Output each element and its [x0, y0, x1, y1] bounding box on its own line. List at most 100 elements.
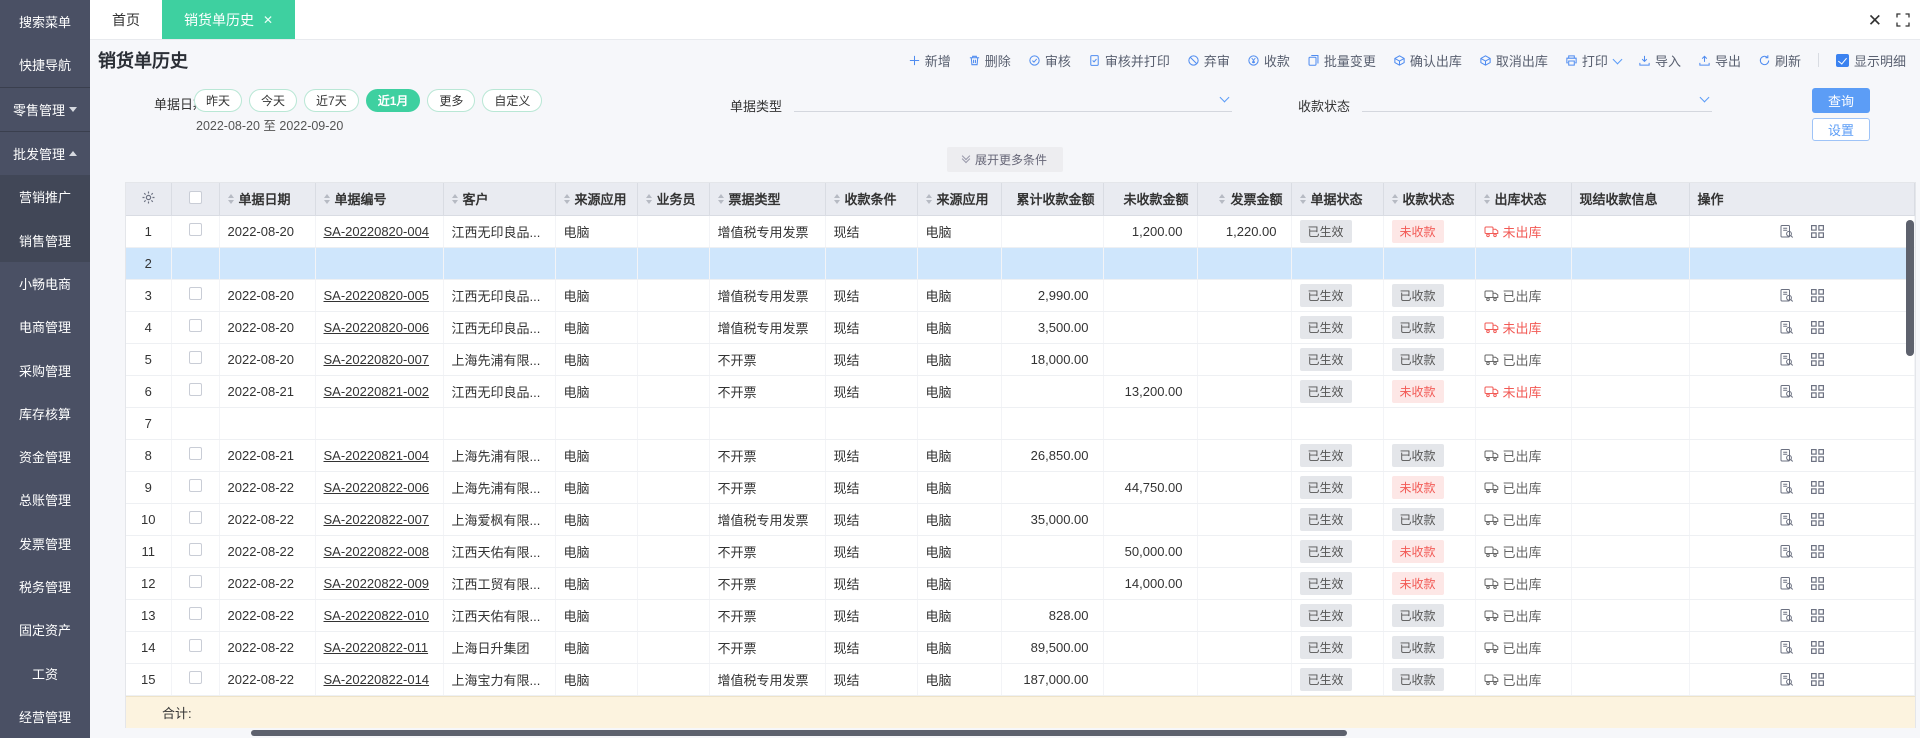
column-header-salesperson[interactable]: 业务员 [637, 183, 710, 216]
linked-query-icon[interactable] [1779, 224, 1794, 239]
more-actions-icon[interactable] [1810, 512, 1825, 527]
table-row[interactable]: 3 2022-08-20 SA-20220820-005 江西无印良品... 电脑 增值税… [126, 279, 1915, 312]
sidebar-item-xiaochang-ecommerce[interactable]: 小畅电商 [0, 262, 90, 305]
table-row[interactable]: 9 2022-08-22 SA-20220822-006 上海先浦有限... 电脑 不开票… [126, 471, 1915, 504]
column-header-source_app2[interactable]: 来源应用 [917, 183, 1002, 216]
more-actions-icon[interactable] [1810, 640, 1825, 655]
doc-no-link[interactable]: SA-20220822-011 [324, 640, 429, 655]
column-settings-header[interactable] [126, 183, 172, 216]
date-pill-today[interactable]: 今天 [249, 89, 298, 112]
doc-no-link[interactable]: SA-20220822-010 [324, 608, 430, 623]
linked-query-icon[interactable] [1779, 448, 1794, 463]
table-row[interactable]: 5 2022-08-20 SA-20220820-007 上海先浦有限... 电脑 不开票… [126, 343, 1915, 376]
more-actions-icon[interactable] [1810, 224, 1825, 239]
more-actions-icon[interactable] [1810, 480, 1825, 495]
row-checkbox[interactable] [188, 543, 202, 556]
date-pill-custom[interactable]: 自定义 [482, 89, 543, 112]
row-checkbox[interactable] [188, 319, 202, 332]
sidebar-item-tax-mgmt[interactable]: 税务管理 [0, 565, 90, 608]
linked-query-icon[interactable] [1779, 544, 1794, 559]
row-checkbox[interactable] [188, 479, 202, 492]
linked-query-icon[interactable] [1779, 384, 1794, 399]
table-row[interactable]: 4 2022-08-20 SA-20220820-006 江西无印良品... 电脑 增值税… [126, 311, 1915, 344]
table-row[interactable]: 8 2022-08-21 SA-20220821-004 上海先浦有限... 电脑 不开票… [126, 439, 1915, 472]
doc-no-link[interactable]: SA-20220820-007 [324, 352, 430, 367]
sidebar-item-ecommerce-mgmt[interactable]: 电商管理 [0, 305, 90, 348]
sidebar-item-inventory-accounting[interactable]: 库存核算 [0, 392, 90, 435]
column-header-receipt_status[interactable]: 收款状态 [1383, 183, 1476, 216]
row-checkbox[interactable] [188, 639, 202, 652]
column-header-check[interactable] [171, 183, 220, 216]
column-header-customer[interactable]: 客户 [443, 183, 556, 216]
column-header-invoice_type[interactable]: 票据类型 [709, 183, 826, 216]
linked-query-icon[interactable] [1779, 672, 1794, 687]
table-row[interactable]: 12 2022-08-22 SA-20220822-009 江西工贸有限... 电脑 不开… [126, 567, 1915, 600]
table-row[interactable]: 2 [126, 247, 1915, 280]
linked-query-icon[interactable] [1779, 512, 1794, 527]
table-row[interactable]: 13 2022-08-22 SA-20220822-010 江西天佑有限... 电脑 不开… [126, 599, 1915, 632]
doc-no-link[interactable]: SA-20220820-004 [324, 224, 430, 239]
table-row[interactable]: 1 2022-08-20 SA-20220820-004 江西无印良品... 电脑 增值税… [126, 215, 1915, 248]
linked-query-icon[interactable] [1779, 480, 1794, 495]
sidebar-item-quick-nav[interactable]: 快捷导航 [0, 43, 90, 86]
row-checkbox[interactable] [188, 671, 202, 684]
date-pill-last-1-month[interactable]: 近1月 [365, 89, 421, 112]
sidebar-item-search-menu[interactable]: 搜索菜单 [0, 0, 90, 43]
linked-query-icon[interactable] [1779, 352, 1794, 367]
sidebar-item-invoice-mgmt[interactable]: 发票管理 [0, 522, 90, 565]
table-row[interactable]: 15 2022-08-22 SA-20220822-014 上海宝力有限... 电脑 增值… [126, 663, 1915, 696]
import-button[interactable]: 导入 [1638, 51, 1681, 70]
receive-payment-button[interactable]: 收款 [1247, 51, 1290, 70]
linked-query-icon[interactable] [1779, 288, 1794, 303]
row-checkbox[interactable] [188, 223, 202, 236]
query-button[interactable]: 查询 [1812, 88, 1870, 113]
doc-no-link[interactable]: SA-20220822-007 [324, 512, 430, 527]
sidebar-item-funds-mgmt[interactable]: 资金管理 [0, 435, 90, 478]
close-tab-icon[interactable]: ✕ [263, 13, 273, 27]
sidebar-item-purchase-mgmt[interactable]: 采购管理 [0, 348, 90, 391]
expand-more-conditions-button[interactable]: 展开更多条件 [946, 146, 1063, 172]
audit-print-button[interactable]: 审核并打印 [1088, 51, 1170, 70]
row-checkbox[interactable] [188, 447, 202, 460]
show-detail-checkbox[interactable]: 显示明细 [1835, 51, 1906, 70]
more-actions-icon[interactable] [1810, 672, 1825, 687]
column-header-doc_status[interactable]: 单据状态 [1291, 183, 1384, 216]
doc-no-link[interactable]: SA-20220820-006 [324, 320, 430, 335]
date-pill-last-7-days[interactable]: 近7天 [304, 89, 359, 112]
date-pill-yesterday[interactable]: 昨天 [194, 89, 243, 112]
sidebar-item-general-ledger[interactable]: 总账管理 [0, 478, 90, 521]
print-button[interactable]: 打印 [1565, 51, 1623, 70]
tab-sales-order-history[interactable]: 销货单历史 ✕ [162, 0, 296, 39]
refresh-button[interactable]: 刷新 [1758, 51, 1801, 70]
audit-button[interactable]: 审核 [1028, 51, 1071, 70]
doc-no-link[interactable]: SA-20220822-006 [324, 480, 430, 495]
sidebar-item-operations-mgmt[interactable]: 经营管理 [0, 695, 90, 738]
table-row[interactable]: 10 2022-08-22 SA-20220822-007 上海爱枫有限... 电脑 增值… [126, 503, 1915, 536]
column-header-invoice_amount[interactable]: 发票金额 [1197, 183, 1292, 216]
row-checkbox[interactable] [188, 351, 202, 364]
column-header-outbound_status[interactable]: 出库状态 [1475, 183, 1572, 216]
row-checkbox[interactable] [188, 383, 202, 396]
payment-status-select[interactable] [1362, 86, 1712, 112]
column-header-payment_terms[interactable]: 收款条件 [825, 183, 918, 216]
abandon-audit-button[interactable]: 弃审 [1187, 51, 1230, 70]
linked-query-icon[interactable] [1779, 576, 1794, 591]
doc-no-link[interactable]: SA-20220821-004 [324, 448, 430, 463]
more-actions-icon[interactable] [1810, 352, 1825, 367]
row-checkbox[interactable] [188, 511, 202, 524]
close-window-icon[interactable]: ✕ [1868, 12, 1882, 29]
settings-button[interactable]: 设置 [1812, 118, 1870, 141]
doc-no-link[interactable]: SA-20220822-009 [324, 576, 430, 591]
doc-no-link[interactable]: SA-20220821-002 [324, 384, 430, 399]
linked-query-icon[interactable] [1779, 320, 1794, 335]
column-header-date[interactable]: 单据日期 [219, 183, 316, 216]
add-button[interactable]: 新增 [908, 51, 951, 70]
sidebar-item-fixed-assets[interactable]: 固定资产 [0, 608, 90, 651]
table-row[interactable]: 7 [126, 407, 1915, 440]
linked-query-icon[interactable] [1779, 640, 1794, 655]
table-row[interactable]: 6 2022-08-21 SA-20220821-002 江西无印良品... 电脑 不开票… [126, 375, 1915, 408]
vertical-scrollbar-thumb[interactable] [1906, 220, 1914, 356]
row-checkbox[interactable] [188, 607, 202, 620]
sidebar-item-retail-mgmt[interactable]: 零售管理 [0, 86, 90, 131]
row-checkbox[interactable] [188, 287, 202, 300]
